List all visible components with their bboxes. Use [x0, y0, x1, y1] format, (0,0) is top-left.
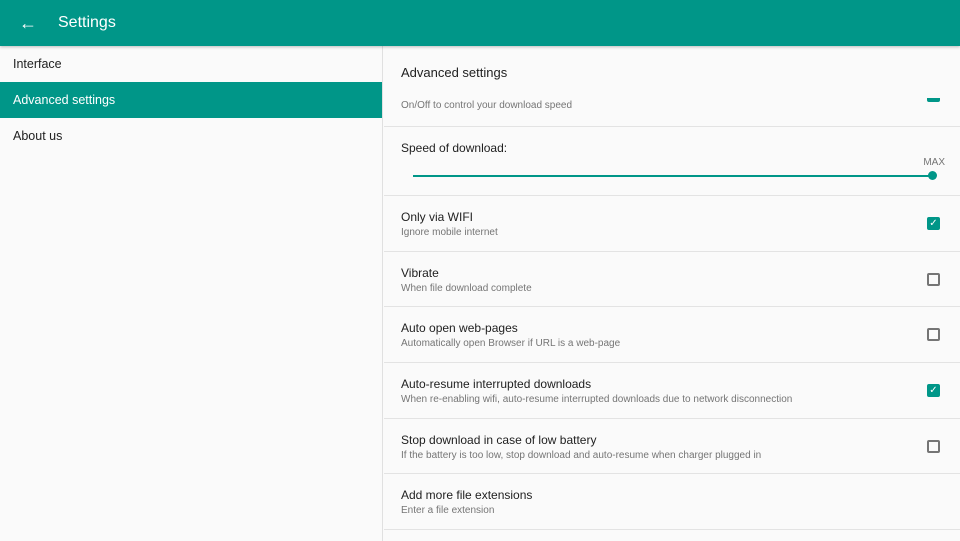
- slider-thumb[interactable]: [928, 171, 937, 180]
- row-title: Add more file extensions: [401, 488, 533, 503]
- checkbox[interactable]: [927, 272, 940, 286]
- checkbox[interactable]: [927, 328, 940, 342]
- setting-row[interactable]: Auto open web-pages Automatically open Br…: [384, 307, 960, 364]
- row-title: Stop download in case of low battery: [401, 432, 597, 447]
- slider-value: MAX: [923, 157, 945, 168]
- sidebar-item-advanced-settings[interactable]: Advanced settings: [0, 82, 382, 118]
- row-title: Auto open web-pages: [401, 321, 518, 336]
- row-title: Only via WIFI: [401, 210, 474, 224]
- setting-row[interactable]: Vibrate When file download complete: [384, 252, 960, 308]
- settings-content: Advanced settings On/Off to control your…: [384, 46, 960, 541]
- row-subtitle: If the battery is too low, stop download…: [401, 449, 762, 461]
- speed-slider-row: Speed of download: MAX: [384, 127, 960, 196]
- row-subtitle: Enter a file extension: [401, 505, 495, 517]
- checkbox[interactable]: ✓: [927, 384, 940, 398]
- sidebar-item-interface[interactable]: Interface: [0, 46, 382, 82]
- setting-row[interactable]: Add more file extensions Enter a file ext…: [384, 474, 960, 531]
- row-title: Auto-resume interrupted downloads: [401, 377, 592, 392]
- app-bar: ← Settings: [0, 0, 960, 46]
- row-subtitle: On/Off to control your download speed: [401, 100, 573, 111]
- row-subtitle: When re-enabling wifi, auto-resume inter…: [401, 394, 793, 406]
- row-title: Vibrate: [401, 265, 439, 280]
- row-subtitle: When file download complete: [401, 282, 532, 294]
- section-title: Advanced settings: [384, 46, 960, 98]
- setting-row[interactable]: Stop download in case of low battery If t…: [384, 419, 960, 475]
- setting-row[interactable]: Auto-resume interrupted downloads When re…: [384, 363, 960, 419]
- speed-slider[interactable]: [413, 171, 937, 180]
- page-title: Settings: [58, 14, 116, 31]
- row-subtitle: Automatically open Browser if URL is a w…: [401, 338, 621, 350]
- sidebar-item-about-us[interactable]: About us: [0, 118, 382, 154]
- checkbox[interactable]: ✓: [927, 217, 940, 230]
- row-subtitle: Ignore mobile internet: [401, 227, 498, 238]
- setting-row[interactable]: Only via WIFI Ignore mobile internet ✓: [384, 196, 960, 252]
- settings-sidebar: Interface Advanced settings About us: [0, 46, 383, 541]
- back-arrow-icon[interactable]: ←: [19, 13, 39, 34]
- checkbox[interactable]: [927, 439, 940, 453]
- slider-label: Speed of download:: [401, 141, 508, 155]
